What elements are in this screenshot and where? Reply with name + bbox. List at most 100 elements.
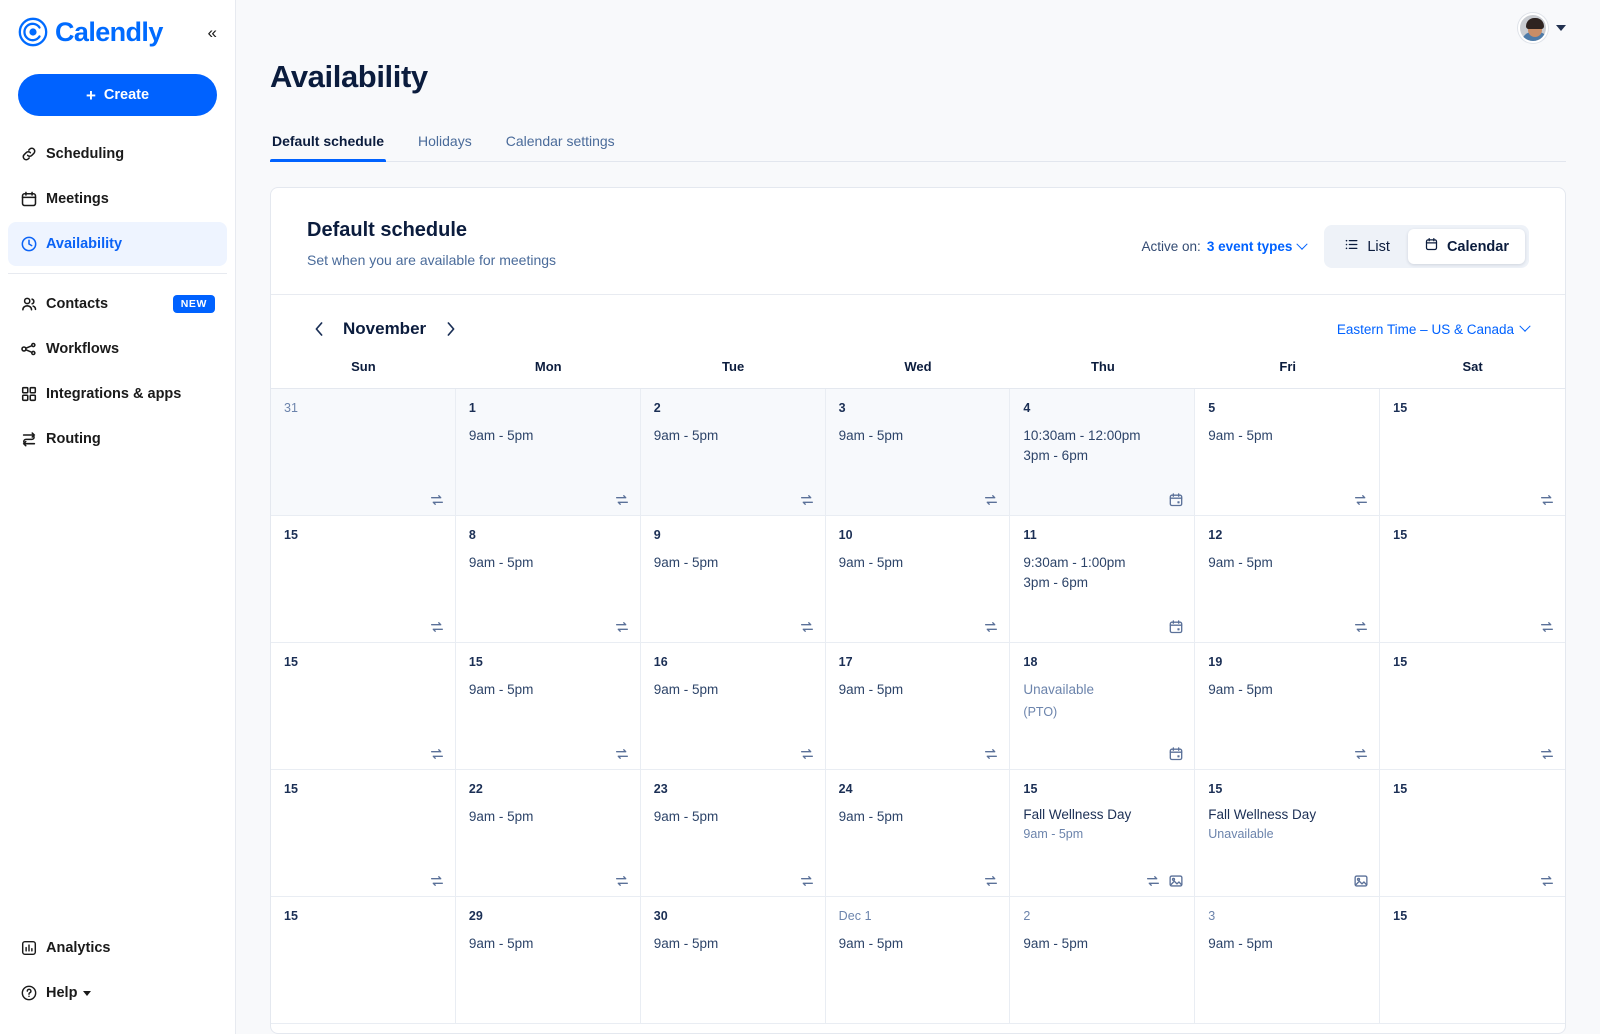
day-number: 15 (1393, 782, 1408, 796)
calendar-day-cell[interactable]: 19 9am - 5pm (1195, 643, 1381, 770)
timezone-selector[interactable]: Eastern Time – US & Canada (1337, 320, 1531, 337)
calendar-day-cell[interactable]: 15 (271, 770, 456, 897)
calendar-icon[interactable] (1168, 746, 1184, 762)
calendly-logo-icon[interactable] (18, 17, 48, 47)
calendar-day-cell[interactable]: 11 9:30am - 1:00pm 3pm - 6pm (1010, 516, 1196, 643)
schedule-heading-block: Default schedule Set when you are availa… (307, 219, 556, 268)
calendar-day-cell[interactable]: 24 9am - 5pm (825, 770, 1011, 897)
sidebar-item-analytics[interactable]: Analytics (8, 926, 227, 970)
account-menu[interactable] (1518, 12, 1566, 43)
repeat-icon[interactable] (799, 492, 815, 508)
repeat-icon[interactable] (429, 492, 445, 508)
sidebar-item-contacts[interactable]: Contacts NEW (8, 282, 227, 326)
sidebar-item-help[interactable]: Help (8, 971, 227, 1015)
calendar-day-cell[interactable]: 10 9am - 5pm (825, 516, 1011, 643)
chevron-down-icon (1556, 24, 1566, 31)
tab-calendar-settings[interactable]: Calendar settings (504, 133, 617, 161)
calendar-day-cell[interactable]: 15 Fall Wellness Day 9am - 5pm (1010, 770, 1196, 897)
calendar-icon[interactable] (1168, 619, 1184, 635)
main-content: Availability Default schedule Holidays C… (236, 0, 1600, 1034)
calendar-day-cell[interactable]: 1 9am - 5pm (455, 389, 641, 516)
calendar-day-cell[interactable]: 15 Fall Wellness Day Unavailable (1195, 770, 1381, 897)
repeat-icon[interactable] (614, 873, 630, 889)
image-icon[interactable] (1353, 873, 1369, 889)
view-toggle-list[interactable]: List (1328, 229, 1406, 264)
sidebar-item-label: Scheduling (46, 146, 125, 162)
repeat-icon[interactable] (799, 746, 815, 762)
calendar-day-cell[interactable]: 3 9am - 5pm (1195, 897, 1381, 1024)
image-icon[interactable] (1168, 873, 1184, 889)
calendar-day-cell[interactable]: 15 (1380, 643, 1565, 770)
calendar-day-cell[interactable]: 15 9am - 5pm (455, 643, 641, 770)
calendar-day-cell[interactable]: 15 (271, 516, 456, 643)
repeat-icon[interactable] (1539, 746, 1555, 762)
calendar-day-cell[interactable]: 2 9am - 5pm (640, 389, 826, 516)
repeat-icon[interactable] (429, 746, 445, 762)
calendar-day-cell[interactable]: 23 9am - 5pm (640, 770, 826, 897)
calendar-day-cell[interactable]: 12 9am - 5pm (1195, 516, 1381, 643)
repeat-icon[interactable] (983, 746, 999, 762)
day-number: 19 (1208, 655, 1223, 669)
calendar-icon[interactable] (1168, 492, 1184, 508)
repeat-icon[interactable] (1539, 492, 1555, 508)
repeat-icon[interactable] (983, 873, 999, 889)
calendar-day-cell[interactable]: 3 9am - 5pm (825, 389, 1011, 516)
calendar-day-cell[interactable]: Dec 1 9am - 5pm (825, 897, 1011, 1024)
create-button-wrap: + Create (0, 64, 235, 130)
chevron-left-icon[interactable] (307, 317, 331, 341)
calendar-day-cell[interactable]: 16 9am - 5pm (640, 643, 826, 770)
repeat-icon[interactable] (983, 492, 999, 508)
create-button[interactable]: + Create (18, 74, 217, 116)
tab-default-schedule[interactable]: Default schedule (270, 133, 387, 162)
chevron-right-icon[interactable] (438, 317, 462, 341)
grid-icon (20, 385, 46, 403)
calendar-day-cell[interactable]: 15 (1380, 516, 1565, 643)
avatar[interactable] (1518, 12, 1548, 43)
calendar-day-cell[interactable]: 30 9am - 5pm (640, 897, 826, 1024)
repeat-icon[interactable] (983, 619, 999, 635)
repeat-icon[interactable] (1539, 619, 1555, 635)
repeat-icon[interactable] (429, 619, 445, 635)
repeat-icon[interactable] (614, 746, 630, 762)
calendar-day-cell[interactable]: 15 (271, 897, 456, 1024)
calendar-day-cell[interactable]: 17 9am - 5pm (825, 643, 1011, 770)
calendar-day-cell[interactable]: 8 9am - 5pm (455, 516, 641, 643)
calendar-day-cell[interactable]: 5 9am - 5pm (1195, 389, 1381, 516)
sidebar-item-scheduling[interactable]: Scheduling (8, 132, 227, 176)
calendar-day-cell[interactable]: 22 9am - 5pm (455, 770, 641, 897)
collapse-sidebar-icon[interactable]: « (206, 20, 219, 45)
repeat-icon[interactable] (1353, 492, 1369, 508)
tab-holidays[interactable]: Holidays (416, 133, 474, 161)
sidebar-item-routing[interactable]: Routing (8, 417, 227, 461)
calendar-day-cell[interactable]: 15 (271, 643, 456, 770)
active-on-dropdown[interactable]: Active on: 3 event types (1142, 238, 1309, 254)
sidebar-item-meetings[interactable]: Meetings (8, 177, 227, 221)
repeat-icon[interactable] (1353, 619, 1369, 635)
calendar-day-cell[interactable]: 15 (1380, 770, 1565, 897)
availability-slot: 9am - 5pm (838, 682, 904, 697)
repeat-icon[interactable] (1353, 746, 1369, 762)
repeat-icon[interactable] (614, 492, 630, 508)
sidebar-item-availability[interactable]: Availability (8, 222, 227, 266)
calendar-day-cell[interactable]: 31 (271, 389, 456, 516)
sidebar-item-workflows[interactable]: Workflows (8, 327, 227, 371)
repeat-icon[interactable] (429, 873, 445, 889)
availability-slot: 9am - 5pm (838, 555, 904, 570)
calendar-day-cell[interactable]: 29 9am - 5pm (455, 897, 641, 1024)
cell-icon-group (983, 492, 999, 508)
sidebar-item-integrations[interactable]: Integrations & apps (8, 372, 227, 416)
repeat-icon[interactable] (799, 619, 815, 635)
repeat-icon[interactable] (1145, 873, 1161, 889)
repeat-icon[interactable] (614, 619, 630, 635)
view-toggle-calendar[interactable]: Calendar (1407, 229, 1525, 264)
calendar-day-cell[interactable]: 18 Unavailable (PTO) (1010, 643, 1196, 770)
calendar-day-cell[interactable]: 15 (1380, 389, 1565, 516)
calendar-day-cell[interactable]: 9 9am - 5pm (640, 516, 826, 643)
repeat-icon[interactable] (799, 873, 815, 889)
calendar-day-cell[interactable]: 15 (1380, 897, 1565, 1024)
cell-icon-group (614, 746, 630, 762)
calendar-day-cell[interactable]: 4 10:30am - 12:00pm 3pm - 6pm (1010, 389, 1196, 516)
repeat-icon[interactable] (1539, 873, 1555, 889)
calendar-day-cell[interactable]: 2 9am - 5pm (1010, 897, 1196, 1024)
day-number: 3 (838, 401, 846, 415)
